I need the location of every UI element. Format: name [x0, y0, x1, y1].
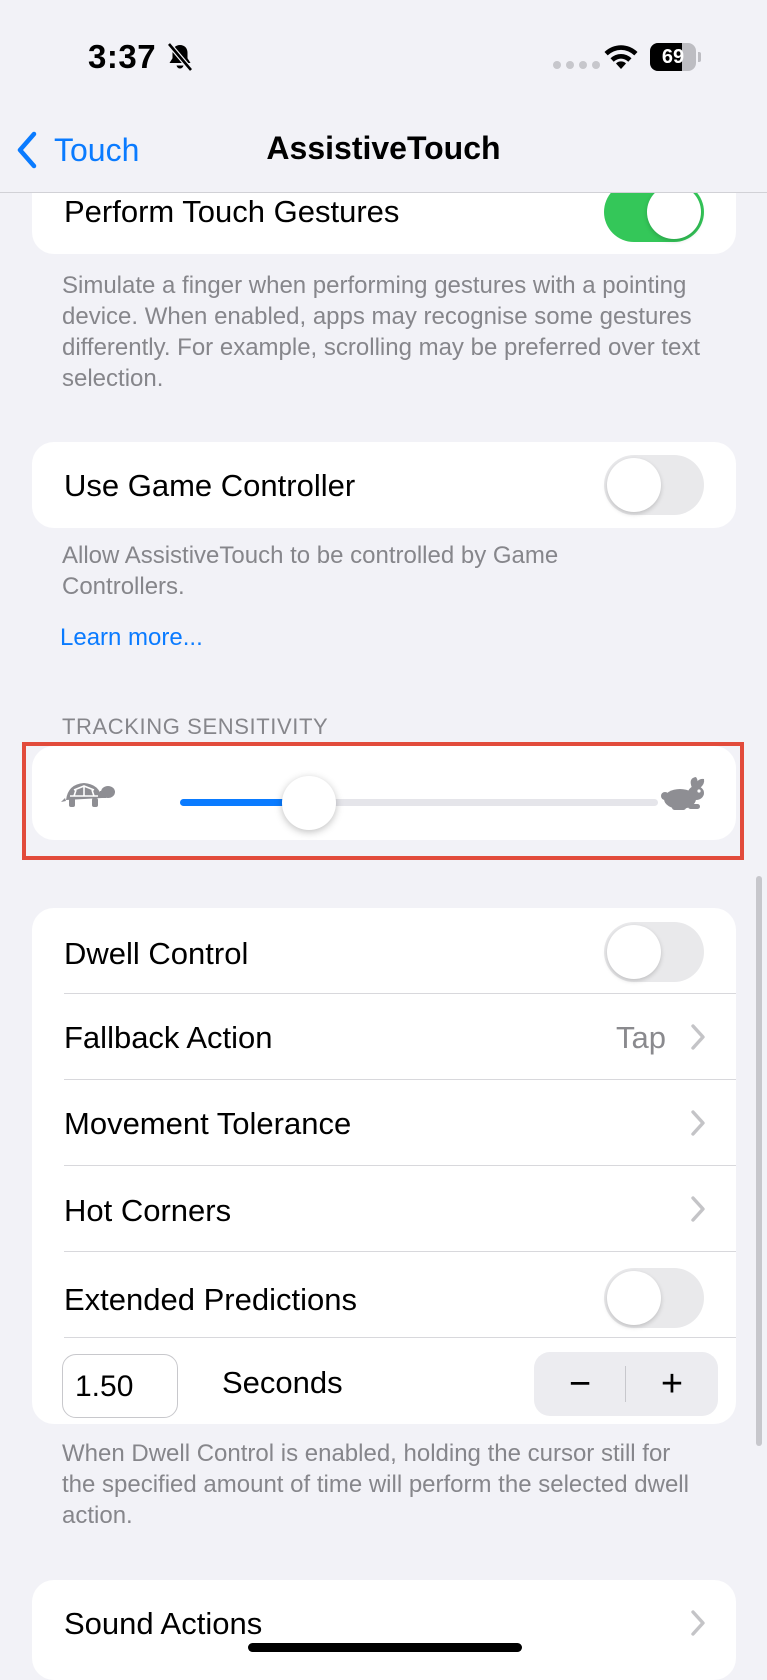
sound-actions-card: Sound Actions — [32, 1580, 736, 1680]
dwell-control-label: Dwell Control — [64, 936, 249, 971]
learn-more-link[interactable]: Learn more... — [60, 624, 203, 652]
decrement-button[interactable]: − — [534, 1352, 626, 1416]
highlight-annotation — [22, 742, 744, 860]
movement-tolerance-label: Movement Tolerance — [64, 1106, 352, 1141]
dwell-control-row: Dwell Control — [32, 908, 736, 994]
extended-predictions-row: Extended Predictions — [32, 1252, 736, 1338]
perform-gestures-label: Perform Touch Gestures — [64, 194, 400, 229]
dwell-seconds-row: 1.50 Seconds − + — [32, 1338, 736, 1424]
dwell-footer: When Dwell Control is enabled, holding t… — [62, 1440, 689, 1529]
chevron-right-icon — [691, 1110, 705, 1136]
cellular-dots-icon — [553, 61, 600, 69]
sound-actions-label: Sound Actions — [64, 1606, 263, 1641]
hot-corners-label: Hot Corners — [64, 1193, 232, 1228]
perform-gestures-footer: Simulate a finger when performing gestur… — [62, 272, 701, 392]
sound-actions-row[interactable]: Sound Actions — [32, 1580, 736, 1666]
increment-button[interactable]: + — [626, 1352, 718, 1416]
dwell-control-toggle[interactable] — [604, 922, 704, 982]
bell-slash-icon — [167, 42, 193, 72]
movement-tolerance-row[interactable]: Movement Tolerance — [32, 1080, 736, 1166]
chevron-right-icon — [691, 1024, 705, 1050]
wifi-icon — [604, 45, 638, 69]
home-indicator[interactable] — [248, 1643, 522, 1652]
tracking-sensitivity-header: TRACKING SENSITIVITY — [62, 714, 329, 739]
fallback-action-value: Tap — [616, 1020, 666, 1055]
page-title: AssistiveTouch — [266, 130, 501, 166]
seconds-input[interactable]: 1.50 — [62, 1354, 178, 1418]
chevron-right-icon — [691, 1196, 705, 1222]
status-time: 3:37 — [88, 38, 157, 75]
extended-predictions-label: Extended Predictions — [64, 1282, 357, 1317]
game-controller-toggle[interactable] — [604, 455, 704, 515]
chevron-right-icon — [691, 1610, 705, 1636]
scroll-indicator[interactable] — [756, 876, 762, 1446]
battery-icon: 69 — [650, 43, 701, 71]
battery-percentage: 69 — [661, 46, 685, 68]
game-controller-label: Use Game Controller — [64, 468, 356, 503]
seconds-stepper: − + — [534, 1352, 718, 1416]
extended-predictions-toggle[interactable] — [604, 1268, 704, 1328]
fallback-action-row[interactable]: Fallback Action Tap — [32, 994, 736, 1080]
status-bar: 3:37 69 — [0, 0, 767, 112]
game-controller-row: Use Game Controller — [32, 442, 736, 528]
game-controller-card: Use Game Controller — [32, 442, 736, 528]
game-controller-footer: Allow AssistiveTouch to be controlled by… — [62, 542, 559, 600]
fallback-action-label: Fallback Action — [64, 1020, 273, 1055]
navigation-bar: Touch AssistiveTouch — [0, 112, 767, 193]
hot-corners-row[interactable]: Hot Corners — [32, 1166, 736, 1252]
dwell-card: Dwell Control Fallback Action Tap Moveme… — [32, 908, 736, 1424]
seconds-label: Seconds — [222, 1365, 343, 1400]
